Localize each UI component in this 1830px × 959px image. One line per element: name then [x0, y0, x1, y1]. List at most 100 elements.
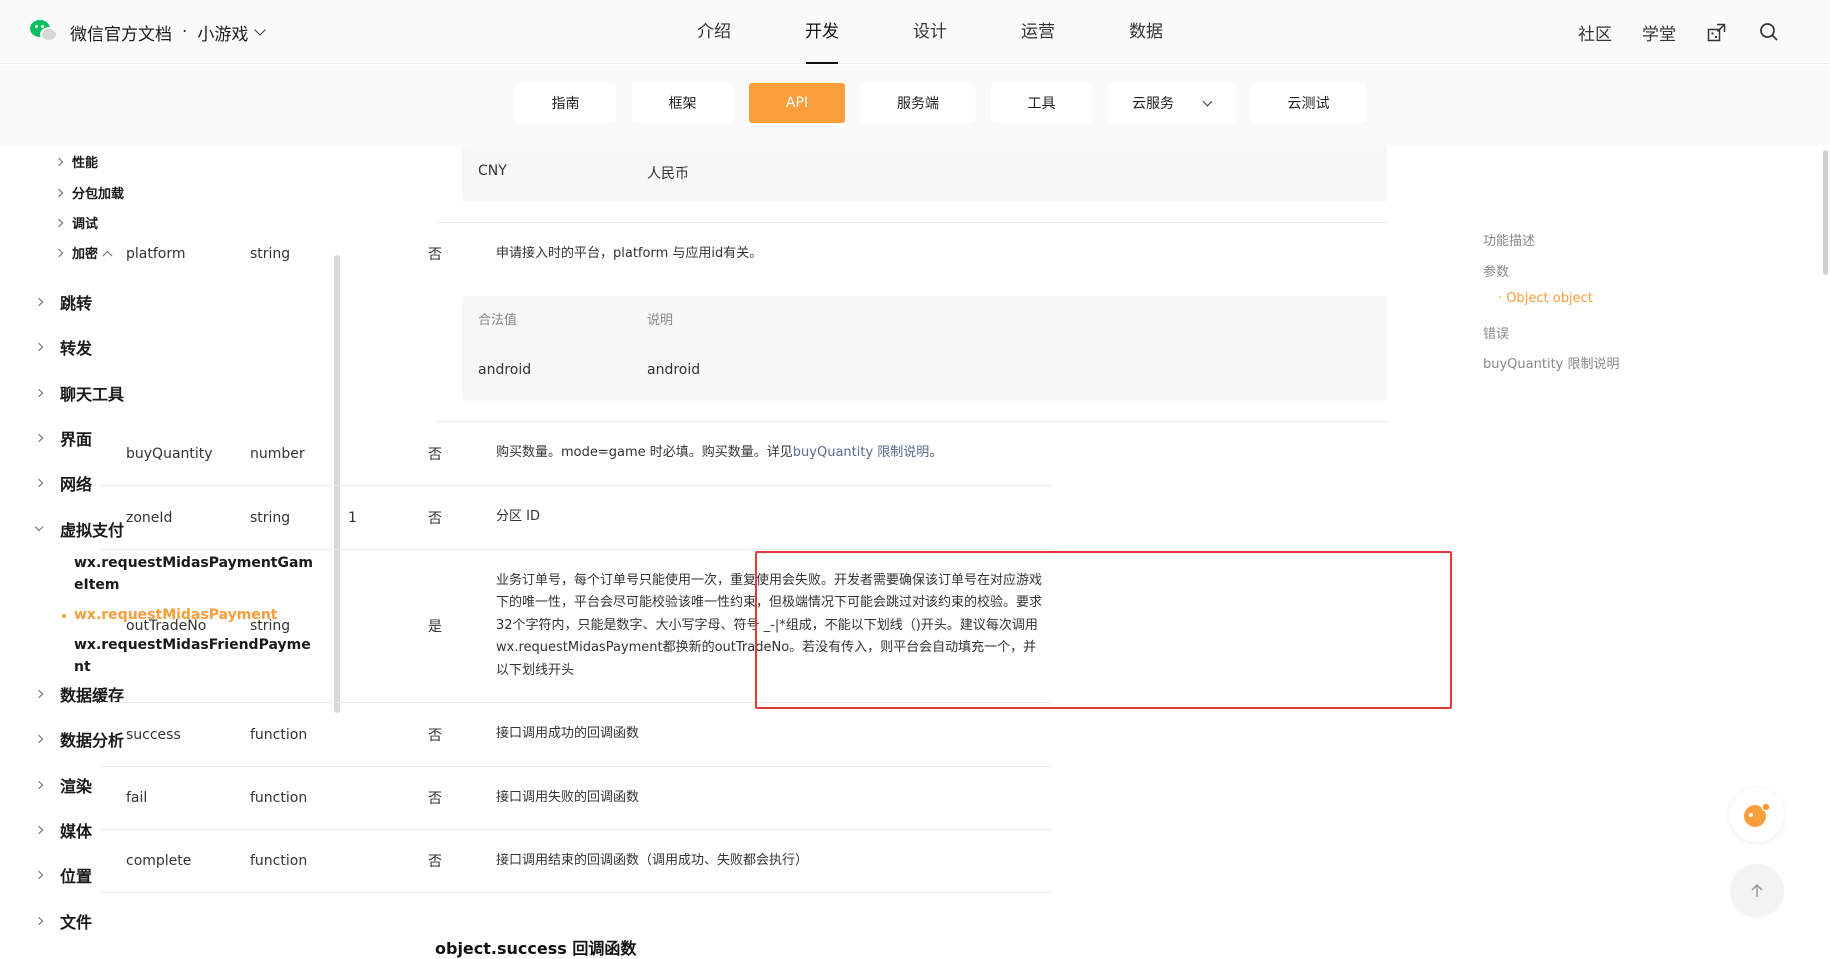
param-required: 否 [428, 854, 442, 870]
assistant-button[interactable] [1730, 788, 1784, 842]
nav-community[interactable]: 社区 [1578, 20, 1612, 45]
nav-tab-data[interactable]: 数据 [1092, 0, 1200, 64]
top-navigation: 微信官方文档 · 小游戏 介绍 开发 设计 运营 数据 社区 学堂 [0, 0, 1830, 64]
page-scrollbar[interactable] [1823, 150, 1828, 275]
sidebar-item-chat-tools[interactable]: 聊天工具 [34, 381, 124, 405]
toc-item[interactable]: buyQuantity 限制说明 [1483, 353, 1620, 372]
brand-title: 微信官方文档 [70, 24, 172, 45]
section-heading: object.success 回调函数 [435, 939, 637, 958]
product-switcher[interactable]: 小游戏 [197, 20, 248, 45]
sidebar-item-debug[interactable]: 调试 [54, 213, 99, 232]
share-qr-icon[interactable] [1706, 21, 1728, 43]
nav-tab-design[interactable]: 设计 [876, 0, 984, 64]
subtab-api[interactable]: API [749, 83, 845, 123]
param-name: outTradeNo [126, 618, 207, 634]
sidebar-item-media[interactable]: 媒体 [34, 818, 93, 842]
chevron-down-icon [1202, 96, 1213, 106]
param-row-fail: fail function 否 接口调用失败的回调函数 [100, 767, 1052, 830]
param-name: success [126, 726, 181, 743]
buyquantity-limit-link[interactable]: buyQuantity 限制说明 [793, 442, 930, 465]
chevron-right-icon [34, 342, 44, 352]
param-name: zoneId [126, 509, 173, 526]
subtab-cloud-dropdown[interactable]: 云服务 [1108, 83, 1235, 123]
legal-value-desc: android [647, 362, 701, 378]
legal-values-desc-header: 说明 [647, 313, 674, 328]
nav-tab-operate[interactable]: 运营 [984, 0, 1092, 64]
legal-value-desc: 人民币 [647, 166, 689, 182]
param-type: function [250, 726, 308, 743]
legal-values-box-platform: 合法值 说明 android android [462, 296, 1387, 401]
arrow-up-icon [1751, 883, 1763, 897]
legal-value: android [478, 362, 532, 378]
param-desc: 购买数量。mode=game 时必填。购买数量。详见 buyQuantity 限… [496, 422, 1046, 485]
main-nav: 介绍 开发 设计 运营 数据 [660, 0, 1200, 64]
param-desc: 申请接入时的平台，platform 与应用id有关。 [496, 245, 763, 261]
nav-tab-develop[interactable]: 开发 [768, 0, 876, 64]
chevron-right-icon [34, 689, 44, 699]
param-required: 否 [428, 791, 442, 807]
chevron-down-icon [34, 522, 44, 532]
param-row-success: success function 否 接口调用成功的回调函数 [100, 703, 1052, 767]
param-required: 否 [428, 247, 442, 263]
sidebar-item-label: 转发 [60, 339, 93, 358]
sidebar-item-label: 文件 [60, 913, 93, 932]
param-desc: 分区 ID [496, 509, 540, 525]
param-required: 否 [428, 446, 442, 463]
param-type: function [250, 853, 308, 869]
toc-item-active[interactable]: · Object object [1498, 291, 1593, 306]
param-type: function [250, 790, 308, 806]
chevron-right-icon [34, 870, 44, 880]
chevron-right-icon [34, 916, 44, 926]
subtab-cloud-test[interactable]: 云测试 [1251, 83, 1366, 123]
param-desc-tail: 。 [929, 445, 943, 461]
param-required: 是 [428, 619, 442, 635]
toc-item[interactable]: 功能描述 [1483, 230, 1535, 249]
subtab-guide[interactable]: 指南 [515, 83, 616, 123]
param-row-zoneid: zoneId string 1 否 分区 ID [100, 486, 1052, 550]
toc-item[interactable]: 错误 [1483, 323, 1509, 342]
param-row-outtradeno: outTradeNo string 是 业务订单号，每个订单号只能使用一次，重复… [100, 550, 1052, 703]
sidebar-item-render[interactable]: 渲染 [34, 773, 92, 797]
subtab-framework[interactable]: 框架 [632, 83, 733, 123]
chevron-down-icon[interactable] [254, 24, 267, 36]
sidebar-item-label: 调试 [72, 217, 99, 232]
param-required: 否 [428, 727, 442, 744]
legal-values-header: 合法值 [478, 313, 518, 328]
param-type: string [250, 246, 291, 262]
back-to-top-button[interactable] [1730, 864, 1784, 918]
param-name: fail [126, 790, 148, 806]
subtab-server[interactable]: 服务端 [861, 83, 975, 123]
sidebar-item-label: 媒体 [60, 822, 93, 841]
sidebar-item-forward[interactable]: 转发 [34, 335, 93, 359]
assistant-icon [1744, 802, 1771, 827]
nav-academy[interactable]: 学堂 [1642, 20, 1676, 45]
sidebar-item-subpackage[interactable]: 分包加载 [54, 183, 125, 202]
toc-item[interactable]: 参数 [1483, 261, 1509, 280]
sidebar-item-network[interactable]: 网络 [34, 471, 92, 495]
sidebar-item-ui[interactable]: 界面 [34, 426, 93, 450]
brand[interactable]: 微信官方文档 · 小游戏 [30, 18, 267, 46]
nav-tab-intro[interactable]: 介绍 [660, 0, 768, 64]
chevron-right-icon [34, 825, 44, 835]
param-row-platform: platform string 否 申请接入时的平台，platform 与应用i… [100, 223, 1052, 285]
chevron-right-icon [54, 188, 64, 197]
sidebar-item-label: 分包加载 [72, 187, 125, 202]
search-icon[interactable] [1758, 21, 1780, 43]
subtab-cloud-label: 云服务 [1132, 96, 1174, 112]
sidebar-item-file[interactable]: 文件 [34, 909, 93, 933]
sidebar-item-navigate[interactable]: 跳转 [34, 290, 92, 314]
chevron-right-icon [34, 780, 44, 790]
chevron-up-icon[interactable] [102, 250, 113, 261]
chevron-right-icon [54, 157, 64, 166]
param-name: buyQuantity [126, 445, 213, 462]
sidebar-item-performance[interactable]: 性能 [54, 152, 99, 171]
subtab-tools[interactable]: 工具 [991, 83, 1092, 123]
sidebar-item-label: 性能 [72, 156, 99, 171]
chevron-right-icon [54, 218, 64, 227]
sidebar-item-location[interactable]: 位置 [34, 863, 92, 887]
param-name: complete [126, 853, 192, 869]
param-row-complete: complete function 否 接口调用结束的回调函数（调用成功、失败都… [100, 830, 1052, 893]
param-desc: 业务订单号，每个订单号只能使用一次，重复使用会失败。开发者需要确保该订单号在对应… [496, 572, 1043, 678]
sidebar-item-label: 界面 [60, 430, 93, 449]
sidebar-item-encrypt[interactable]: 加密 [54, 243, 98, 262]
